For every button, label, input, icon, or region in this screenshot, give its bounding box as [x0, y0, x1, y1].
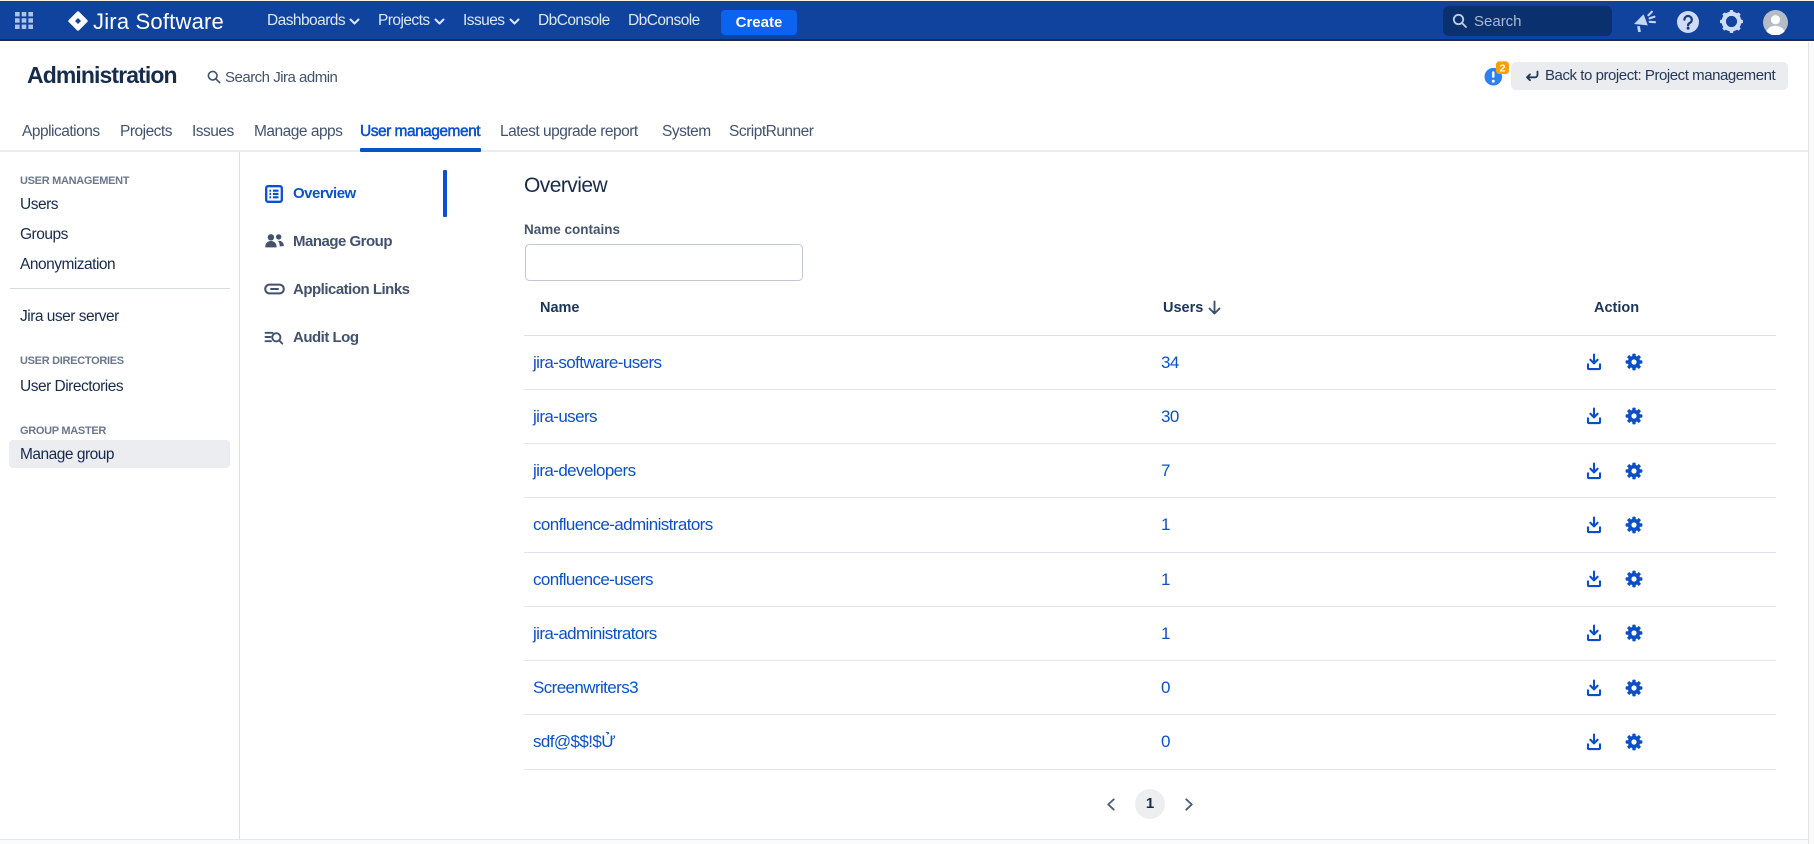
- svg-text:2: 2: [1500, 62, 1506, 74]
